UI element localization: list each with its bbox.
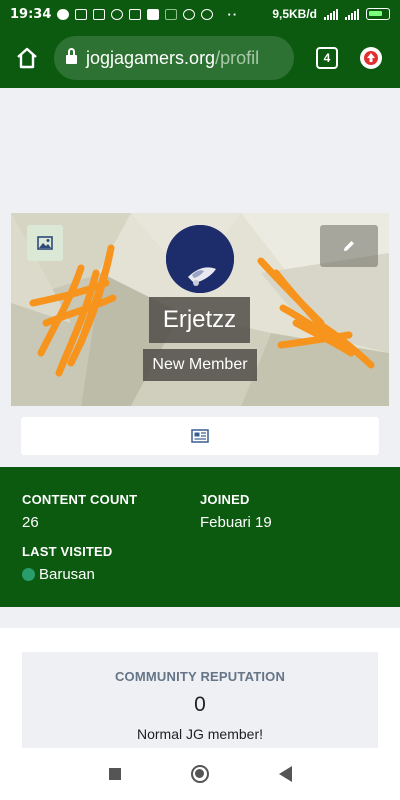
last-visited-stat: LAST VISITED Barusan — [22, 544, 113, 583]
message-icon — [75, 8, 88, 20]
reputation-card: COMMUNITY REPUTATION 0 Normal JG member! — [22, 652, 378, 752]
battery-icon — [366, 8, 390, 20]
update-button[interactable] — [360, 47, 382, 69]
more-notifications-icon: ·· — [227, 6, 239, 22]
content-count-label: CONTENT COUNT — [22, 492, 138, 507]
last-visited-value: Barusan — [39, 566, 95, 583]
instagram-icon — [183, 8, 196, 20]
home-icon — [17, 47, 37, 69]
back-button[interactable] — [278, 766, 292, 782]
content-count-stat: CONTENT COUNT 26 — [22, 492, 137, 531]
change-cover-button[interactable] — [27, 225, 63, 261]
url-path: /profil — [215, 47, 260, 68]
download-icon — [165, 8, 178, 20]
image-icon — [37, 236, 53, 250]
tiktok-icon — [129, 8, 142, 20]
newspaper-icon — [191, 429, 209, 443]
youtube-icon — [147, 8, 160, 20]
signal-icon — [324, 8, 338, 20]
home-button[interactable] — [10, 41, 44, 75]
reputation-section: COMMUNITY REPUTATION 0 Normal JG member! — [0, 628, 400, 752]
member-rank: New Member — [143, 349, 257, 381]
profile-username: Erjetzz — [149, 297, 250, 343]
content-count-value: 26 — [22, 514, 39, 531]
reputation-description: Normal JG member! — [136, 726, 264, 742]
activity-button[interactable] — [21, 417, 379, 455]
joined-label: JOINED — [200, 492, 250, 507]
profile-stats: CONTENT COUNT 26 JOINED Febuari 19 LAST … — [0, 467, 400, 607]
lock-icon — [66, 48, 77, 64]
game-icon — [111, 8, 124, 20]
url-bar[interactable]: jogjagamers.org/profil — [54, 36, 294, 80]
arrow-up-icon — [364, 51, 378, 65]
url-text: jogjagamers.org/profil — [86, 48, 259, 69]
joined-stat: JOINED Febuari 19 — [200, 492, 272, 531]
pencil-icon — [344, 241, 354, 251]
message-icon-2 — [93, 8, 106, 20]
status-time: 19:34 — [10, 6, 52, 22]
avatar-image — [166, 225, 234, 293]
last-visited-label: LAST VISITED — [22, 544, 113, 559]
last-visited-row: Barusan — [22, 566, 113, 583]
joined-value: Febuari 19 — [200, 514, 272, 531]
home-nav-button[interactable] — [190, 765, 209, 783]
browser-toolbar: jogjagamers.org/profil 4 — [0, 28, 400, 88]
reputation-title: COMMUNITY REPUTATION — [114, 669, 286, 684]
edit-profile-button[interactable] — [320, 225, 378, 267]
signal-icon-2 — [345, 8, 359, 20]
avatar[interactable] — [166, 225, 234, 293]
url-domain: jogjagamers.org — [86, 47, 216, 68]
reputation-value: 0 — [194, 693, 206, 716]
instagram-icon-2 — [201, 8, 214, 20]
recents-button[interactable] — [108, 768, 121, 780]
shield-icon — [57, 8, 70, 20]
network-speed: 9,5KB/d — [272, 7, 317, 21]
profile-cover: Erjetzz New Member — [11, 213, 389, 406]
tab-switcher-button[interactable]: 4 — [316, 47, 338, 69]
status-bar: 19:34 ·· 9,5KB/d — [0, 0, 400, 28]
online-status-icon — [22, 568, 35, 581]
system-nav-bar — [0, 748, 400, 800]
